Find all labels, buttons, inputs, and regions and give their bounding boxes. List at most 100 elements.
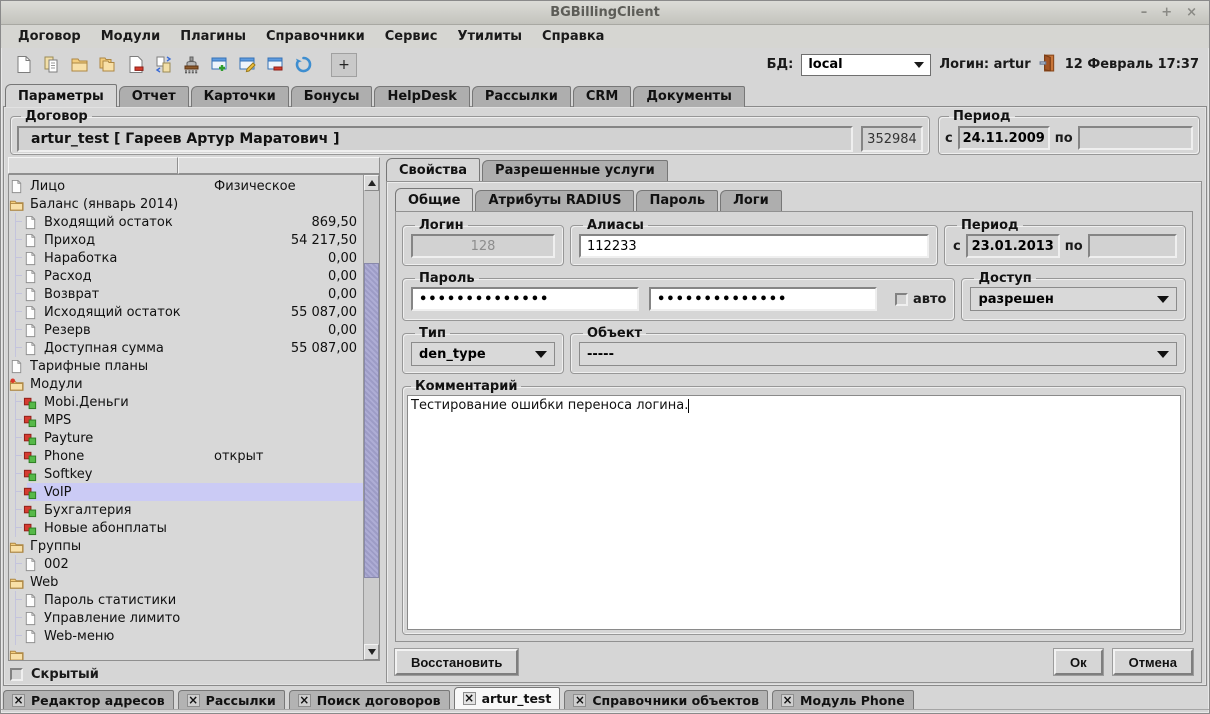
tree-item-приход[interactable]: Приход54 217,50 (9, 231, 363, 249)
add-tab-button[interactable]: + (331, 53, 357, 77)
edit-window-icon[interactable] (235, 53, 259, 77)
tree-item-voip[interactable]: VoIP (9, 483, 363, 501)
restore-button[interactable]: Восстановить (395, 649, 518, 675)
copy-document-icon[interactable] (39, 53, 63, 77)
tree-item-mobi-деньги[interactable]: Mobi.Деньги (9, 393, 363, 411)
close-button[interactable]: × (1186, 6, 1197, 19)
tree-item-доступная-сумма[interactable]: Доступная сумма55 087,00 (9, 339, 363, 357)
menu-item-сервис[interactable]: Сервис (376, 27, 447, 46)
hidden-checkbox[interactable] (10, 668, 23, 681)
contract-period-to-field[interactable] (1078, 126, 1193, 150)
period-to-field[interactable] (1088, 234, 1177, 258)
ok-button[interactable]: Ок (1054, 649, 1103, 675)
tree-item-группы[interactable]: Группы (9, 537, 363, 555)
logout-door-icon[interactable] (1039, 54, 1057, 76)
cancel-button[interactable]: Отмена (1113, 649, 1193, 675)
tree-item-partial[interactable] (9, 645, 363, 660)
window-tab-рассылки[interactable]: ×Рассылки (178, 690, 285, 709)
password-input-2[interactable]: •••••••••••••• (649, 287, 877, 311)
scroll-up-button[interactable] (364, 175, 379, 191)
tree-item-наработка[interactable]: Наработка0,00 (9, 249, 363, 267)
period-from-field[interactable]: 23.01.2013 (966, 234, 1060, 258)
tree-item-web-меню[interactable]: Web-меню (9, 627, 363, 645)
tree-item-002[interactable]: 002 (9, 555, 363, 573)
tab-helpdesk[interactable]: HelpDesk (374, 86, 469, 107)
tree-header-name-column[interactable] (8, 157, 178, 174)
window-tab-модуль-phone[interactable]: ×Модуль Phone (772, 690, 914, 709)
tab-crm[interactable]: CRM (573, 86, 632, 107)
tab-бонусы[interactable]: Бонусы (291, 86, 373, 107)
tree-item-тарифные-планы[interactable]: Тарифные планы (9, 357, 363, 375)
transfer-document-icon[interactable] (151, 53, 175, 77)
type-select[interactable]: den_type (411, 342, 555, 366)
tree-item-mps[interactable]: MPS (9, 411, 363, 429)
tab-разрешенные-услуги[interactable]: Разрешенные услуги (482, 160, 668, 181)
object-select[interactable]: ----- (579, 342, 1177, 366)
tab-свойства[interactable]: Свойства (386, 158, 480, 181)
comment-textarea[interactable]: Тестирование ошибки переноса логина. (407, 395, 1181, 630)
tree-item-softkey[interactable]: Softkey (9, 465, 363, 483)
menu-item-модули[interactable]: Модули (92, 27, 169, 46)
subtab-логи[interactable]: Логи (720, 190, 782, 211)
open-folder-icon[interactable] (67, 53, 91, 77)
tree-scrollbar[interactable] (363, 175, 379, 660)
tree-item-модули[interactable]: Модули (9, 375, 363, 393)
close-tab-icon[interactable]: × (187, 694, 200, 707)
menu-item-договор[interactable]: Договор (9, 27, 90, 46)
tab-параметры[interactable]: Параметры (5, 84, 117, 107)
folders-icon[interactable] (95, 53, 119, 77)
close-tab-icon[interactable]: × (298, 694, 311, 707)
tree-header-value-column[interactable] (178, 157, 380, 174)
tab-рассылки[interactable]: Рассылки (472, 86, 571, 107)
remove-window-icon[interactable] (263, 53, 287, 77)
tab-карточки[interactable]: Карточки (191, 86, 289, 107)
minimize-button[interactable]: – (1141, 6, 1148, 19)
menu-item-справка[interactable]: Справка (533, 27, 613, 46)
stamp-icon[interactable] (179, 53, 203, 77)
db-select[interactable]: local (801, 54, 931, 76)
refresh-icon[interactable] (291, 53, 315, 77)
contract-period-from-field[interactable]: 24.11.2009 (958, 126, 1050, 150)
close-tab-icon[interactable]: × (12, 694, 25, 707)
tab-отчет[interactable]: Отчет (119, 86, 189, 107)
contract-title-field[interactable]: artur_test [ Гареев Артур Маратович ] (17, 126, 853, 152)
tree-item-возврат[interactable]: Возврат0,00 (9, 285, 363, 303)
tree-item-payture[interactable]: Payture (9, 429, 363, 447)
tree-item-phone[interactable]: Phoneоткрыт (9, 447, 363, 465)
tree-item-расход[interactable]: Расход0,00 (9, 267, 363, 285)
auto-password-checkbox[interactable] (895, 293, 908, 306)
window-tab-artur-test[interactable]: ×artur_test (454, 687, 561, 709)
menu-item-утилиты[interactable]: Утилиты (448, 27, 531, 46)
tree-item-баланс-январь-2014-[interactable]: Баланс (январь 2014) (9, 195, 363, 213)
window-tab-справочники-объектов[interactable]: ×Справочники объектов (564, 690, 768, 709)
tree-item-входящий-остаток[interactable]: Входящий остаток869,50 (9, 213, 363, 231)
window-tab-поиск-договоров[interactable]: ×Поиск договоров (289, 690, 450, 709)
tab-документы[interactable]: Документы (633, 86, 745, 107)
access-select[interactable]: разрешен (970, 287, 1177, 311)
window-tab-редактор-адресов[interactable]: ×Редактор адресов (3, 690, 174, 709)
menu-item-плагины[interactable]: Плагины (171, 27, 255, 46)
aliases-input[interactable]: 112233 (579, 234, 929, 258)
tree-item-лицо[interactable]: ЛицоФизическое (9, 177, 363, 195)
subtab-общие[interactable]: Общие (395, 188, 473, 211)
tree-item-резерв[interactable]: Резерв0,00 (9, 321, 363, 339)
tree-item-web[interactable]: Web (9, 573, 363, 591)
new-document-icon[interactable] (11, 53, 35, 77)
scroll-down-button[interactable] (364, 644, 379, 660)
menu-item-справочники[interactable]: Справочники (257, 27, 374, 46)
close-tab-icon[interactable]: × (463, 692, 476, 705)
subtab-атрибуты-radius[interactable]: Атрибуты RADIUS (475, 190, 634, 211)
tree-item-новые-абонплаты[interactable]: Новые абонплаты (9, 519, 363, 537)
add-window-icon[interactable] (207, 53, 231, 77)
close-tab-icon[interactable]: × (573, 694, 586, 707)
tree-item-пароль-статистики[interactable]: Пароль статистики (9, 591, 363, 609)
maximize-button[interactable]: + (1161, 6, 1172, 19)
tree-item-управление-лимито[interactable]: Управление лимито (9, 609, 363, 627)
password-input-1[interactable]: •••••••••••••• (411, 287, 639, 311)
subtab-пароль[interactable]: Пароль (636, 190, 718, 211)
close-tab-icon[interactable]: × (781, 694, 794, 707)
tree-item-бухгалтерия[interactable]: Бухгалтерия (9, 501, 363, 519)
tree-item-исходящий-остаток[interactable]: Исходящий остаток55 087,00 (9, 303, 363, 321)
scrollbar-thumb[interactable] (364, 263, 379, 578)
remove-document-icon[interactable] (123, 53, 147, 77)
